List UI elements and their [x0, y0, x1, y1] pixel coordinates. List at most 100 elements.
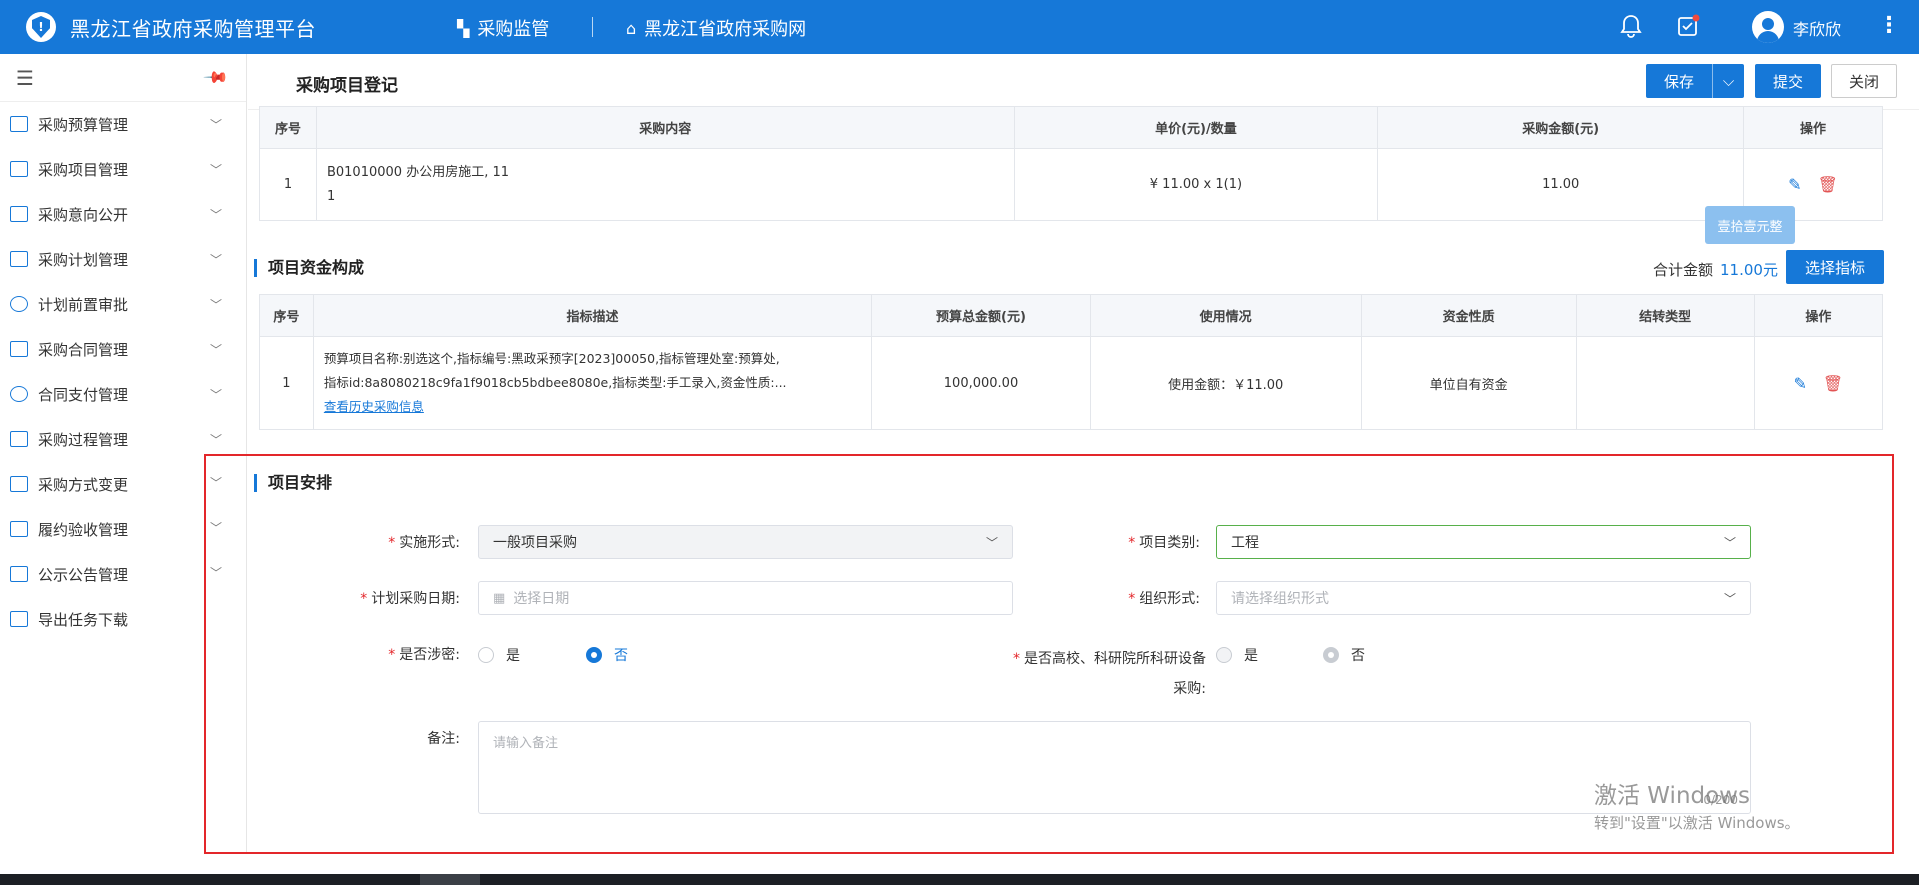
nav-procurement-website[interactable]: ⌂ 黑龙江省政府采购网	[626, 15, 806, 41]
chevron-down-icon: ﹀	[210, 297, 223, 312]
org-form-select[interactable]: 请选择组织形式 ﹀	[1216, 581, 1751, 615]
submit-button[interactable]: 提交	[1755, 64, 1821, 98]
select-indicator-button[interactable]: 选择指标	[1786, 250, 1884, 284]
calendar-check-icon	[10, 251, 28, 267]
plan-date-picker[interactable]: ▦ 选择日期	[478, 581, 1013, 615]
table-row: 1 预算项目名称:别选这个,指标编号:黑政采预字[2023]00050,指标管理…	[259, 336, 1884, 430]
radio-circle	[586, 647, 602, 663]
radio-label: 是	[1244, 648, 1258, 664]
radio-label: 否	[614, 648, 628, 664]
fund-nature: 单位自有资金	[1360, 336, 1577, 430]
chevron-down-icon[interactable]: ⌵	[1712, 64, 1744, 98]
sidebar-item-payment[interactable]: 合同支付管理 ﹀	[0, 372, 247, 416]
table-header-row: 序号 采购内容 单价(元)/数量 采购金额(元) 操作	[259, 106, 1883, 149]
payment-icon	[10, 386, 28, 402]
sidebar-item-contract[interactable]: 采购合同管理 ﹀	[0, 327, 247, 371]
column-header: 预算总金额(元)	[871, 294, 1091, 337]
sidebar-item-label: 公示公告管理	[38, 565, 129, 584]
org-form-label: * 组织形式:	[1128, 591, 1200, 607]
watermark-line: 转到"设置"以激活 Windows。	[1594, 814, 1800, 832]
sidebar-item-preapproval[interactable]: 计划前置审批 ﹀	[0, 282, 247, 326]
research-radio-no[interactable]: 否	[1323, 645, 1365, 665]
calendar-icon: ▦	[493, 590, 506, 606]
nav-separator	[592, 17, 593, 37]
chevron-down-icon: ﹀	[1723, 536, 1736, 550]
sidebar-item-label: 导出任务下载	[38, 610, 129, 629]
category-select[interactable]: 工程 ﹀	[1216, 525, 1751, 559]
content-line: B01010000 办公用房施工, 11	[326, 164, 509, 180]
save-button[interactable]: 保存 ⌵	[1646, 64, 1744, 98]
price-quantity: ¥ 11.00 x 1(1)	[1013, 148, 1379, 221]
plan-date-placeholder: 选择日期	[513, 591, 570, 607]
remark-textarea[interactable]: 请输入备注 0/200	[478, 721, 1751, 814]
sidebar-item-label: 履约验收管理	[38, 520, 129, 539]
sidebar-item-budget[interactable]: 采购预算管理 ﹀	[0, 102, 247, 146]
chevron-down-icon: ﹀	[210, 387, 223, 402]
contract-icon	[10, 341, 28, 357]
app-title: 黑龙江省政府采购管理平台	[70, 16, 316, 41]
edit-icon[interactable]: ✎	[1793, 374, 1806, 393]
secret-radio-yes[interactable]: 是	[478, 645, 520, 665]
edit-icon[interactable]: ✎	[1788, 175, 1801, 194]
grid-icon: ▚	[457, 18, 470, 38]
taskbar-item[interactable]	[420, 874, 480, 885]
sidebar-item-plan[interactable]: 采购计划管理 ﹀	[0, 237, 247, 281]
secret-radio-no[interactable]: 否	[586, 645, 628, 665]
stamp-icon	[10, 296, 28, 312]
chevron-down-icon: ﹀	[210, 432, 223, 447]
windows-activation-watermark: 激活 Windows 转到"设置"以激活 Windows。	[1594, 776, 1800, 833]
nav-label: 黑龙江省政府采购网	[644, 19, 807, 40]
column-header: 操作	[1753, 294, 1884, 337]
task-icon[interactable]	[1676, 14, 1700, 43]
sidebar-header: ☰ 📌	[0, 54, 246, 102]
row-actions: ✎ 🗑	[1753, 336, 1884, 430]
sidebar-item-label: 采购项目管理	[38, 160, 129, 179]
category-label: * 项目类别:	[1128, 535, 1200, 551]
delete-icon[interactable]: 🗑	[1818, 175, 1838, 194]
username[interactable]: 李欣欣	[1793, 16, 1841, 40]
top-bar: ! 黑龙江省政府采购管理平台 ▚ 采购监管 ⌂ 黑龙江省政府采购网 李欣欣 ⋮	[0, 0, 1919, 54]
radio-circle	[478, 647, 494, 663]
history-link[interactable]: 查看历史采购信息	[324, 399, 424, 414]
chevron-down-icon: ﹀	[1723, 592, 1736, 606]
change-icon	[10, 476, 28, 492]
close-button[interactable]: 关闭	[1831, 64, 1897, 98]
delete-icon[interactable]: 🗑	[1823, 374, 1843, 393]
save-button-label: 保存	[1663, 72, 1694, 91]
avatar-icon[interactable]	[1752, 11, 1784, 43]
export-icon	[10, 611, 28, 627]
section-title-funding: 项目资金构成	[254, 259, 364, 277]
sidebar-item-project[interactable]: 采购项目管理 ﹀	[0, 147, 247, 191]
chevron-down-icon: ﹀	[210, 162, 223, 177]
impl-form-value: 一般项目采购	[493, 535, 577, 551]
indicator-description: 预算项目名称:别选这个,指标编号:黑政采预字[2023]00050,指标管理处室…	[312, 336, 873, 430]
total-amount-value: 11.00元	[1720, 261, 1778, 279]
radio-circle	[1216, 647, 1232, 663]
project-icon	[10, 161, 28, 177]
document-icon	[10, 206, 28, 222]
pin-icon[interactable]: 📌	[202, 64, 230, 92]
usage: 使用金额：￥11.00	[1089, 336, 1362, 430]
bell-icon[interactable]	[1620, 14, 1642, 43]
impl-form-select[interactable]: 一般项目采购 ﹀	[478, 525, 1013, 559]
nav-procurement-supervision[interactable]: ▚ 采购监管	[457, 15, 549, 41]
row-index: 1	[259, 336, 314, 430]
purchase-amount: 11.00	[1377, 148, 1745, 221]
sidebar-item-label: 采购过程管理	[38, 430, 129, 449]
shield-icon: !	[32, 16, 50, 38]
sidebar-item-label: 采购计划管理	[38, 250, 129, 269]
funding-table: 序号 指标描述 预算总金额(元) 使用情况 资金性质 结转类型 操作 1 预算项…	[259, 294, 1884, 430]
chevron-down-icon: ﹀	[210, 252, 223, 267]
column-header: 采购金额(元)	[1377, 106, 1745, 149]
menu-icon[interactable]: ☰	[16, 66, 34, 90]
column-header: 单价(元)/数量	[1013, 106, 1379, 149]
sidebar-item-intent[interactable]: 采购意向公开 ﹀	[0, 192, 247, 236]
radio-circle	[1323, 647, 1339, 663]
more-icon[interactable]: ⋮	[1878, 13, 1900, 38]
research-radio-yes[interactable]: 是	[1216, 645, 1258, 665]
column-header: 采购内容	[315, 106, 1015, 149]
plan-date-label: * 计划采购日期:	[360, 591, 460, 607]
table-row: 1 B01010000 办公用房施工, 11 1 ¥ 11.00 x 1(1) …	[259, 148, 1883, 221]
amount-tooltip: 壹拾壹元整	[1705, 206, 1795, 244]
row-index: 1	[259, 148, 317, 221]
